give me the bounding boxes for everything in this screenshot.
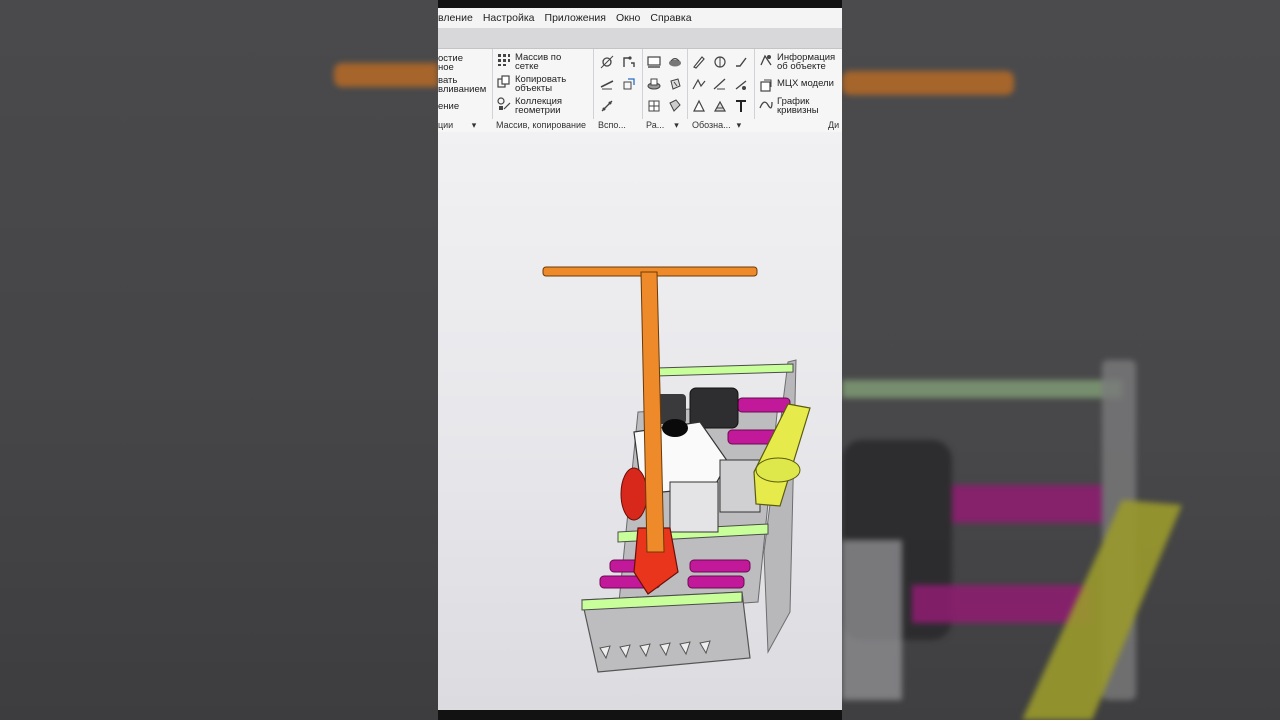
ribbon-group-work [643,49,688,119]
ribbon-item-label: МЦХ модели [777,78,834,89]
title-bar-edge [438,0,842,8]
menu-item-settings[interactable]: Настройка [483,12,535,24]
dropdown-arrow-icon[interactable]: ▾ [472,120,477,130]
block-icon[interactable] [646,76,662,92]
model-roller [689,559,751,573]
tolerance-icon[interactable] [712,98,728,114]
dropdown-arrow-icon[interactable]: ▾ [674,120,679,130]
menu-bar: вление Настройка Приложения Окно Справка [438,8,842,28]
view-plane-icon[interactable] [646,54,662,70]
ribbon-group-label-text: ции [438,120,454,130]
blurred-background-left [0,0,438,720]
3d-model-render [542,266,811,673]
ribbon-text-fragment[interactable]: ение [438,102,459,112]
ribbon-item-label: сетке [515,61,539,72]
model-recoil-cover [620,467,648,521]
ribbon-group-label-text: Обозна... [692,120,731,130]
model-roller [737,397,791,413]
text-tool-icon[interactable] [733,98,749,114]
leader-line-icon[interactable] [733,76,749,92]
node-icon[interactable] [599,98,615,114]
window-bottom-edge [438,710,842,720]
grid-array-button[interactable]: Массив по сетке [497,53,561,71]
constraint-icon[interactable] [621,54,637,70]
ribbon-group-label: Вспо... [598,120,626,130]
ribbon-group-operations: остие ное вать вливанием ение [438,49,493,119]
ribbon-item-label: кривизны [777,105,819,116]
geometry-collection-button[interactable]: Коллекция геометрии [497,97,562,115]
ribbon-item-label: геометрии [515,105,561,116]
ribbon-group-label: ции ▾ [438,119,486,132]
menu-item-help[interactable]: Справка [650,12,691,24]
ribbon-group-label-text: Ра... [646,120,665,130]
datum-icon[interactable] [691,98,707,114]
model-air-filter [662,419,688,437]
object-info-icon [760,54,772,66]
mass-properties-icon [760,79,772,92]
model-gearbox [719,459,761,513]
cad-application-window: вление Настройка Приложения Окно Справка… [438,0,842,720]
curvature-graph-button[interactable]: График кривизны [759,97,819,115]
sketch-point-icon[interactable] [599,54,615,70]
ribbon-toolbar: остие ное вать вливанием ение ции ▾ Масс… [438,49,842,133]
leader-icon[interactable] [691,76,707,92]
ribbon-group-diagnostics: Информация об объекте МЦХ модели График кр… [755,49,842,119]
ribbon-group-label: Обозна... ▾ [692,119,754,132]
surface-icon[interactable] [667,54,683,70]
ribbon-text-fragment[interactable]: вливанием [438,85,486,95]
menu-item-window[interactable]: Окно [616,12,640,24]
curvature-graph-icon [759,101,773,109]
dimension-icon[interactable] [712,54,728,70]
menu-item-partial[interactable]: вление [438,12,473,24]
menu-item-applications[interactable]: Приложения [545,12,606,24]
ribbon-item-label: объекты [515,83,553,94]
geometry-collection-icon [497,97,511,110]
grid-array-icon [498,54,510,66]
dropdown-arrow-icon[interactable]: ▾ [737,120,742,130]
cut-icon[interactable] [667,98,683,114]
copy-objects-button[interactable]: Копировать объекты [497,75,566,93]
model-top-rail [655,363,794,377]
section-icon[interactable] [646,98,662,114]
ribbon-group-label: Ра... ▾ [646,119,686,132]
model-roller [687,575,745,589]
ribbon-group-annotations [688,49,755,119]
line-segment-icon[interactable] [599,76,615,92]
ribbon-tab-strip [438,28,842,49]
roughness-icon[interactable] [733,54,749,70]
ribbon-text-fragment[interactable]: ное [438,63,454,73]
mass-properties-button[interactable]: МЦХ модели [759,79,834,93]
offset-curve-icon[interactable] [621,76,637,92]
rotate-view-icon[interactable] [667,76,683,92]
object-info-button[interactable]: Информация об объекте [759,53,835,71]
ribbon-group-label: Массив, копирование [496,120,587,130]
copy-objects-icon [497,75,510,88]
ribbon-item-label: об объекте [777,61,826,72]
model-pulley [755,457,801,483]
model-engine-cylinder [669,481,719,533]
3d-viewport[interactable] [438,132,842,710]
ribbon-group-auxiliary [594,49,643,119]
ribbon-group-array-copy: Массив по сетке Копировать объекты Коллекц… [493,49,594,119]
blurred-background-right [842,0,1280,720]
ribbon-group-label: Ди [828,120,840,130]
base-icon[interactable] [712,76,728,92]
pen-icon[interactable] [691,54,707,70]
